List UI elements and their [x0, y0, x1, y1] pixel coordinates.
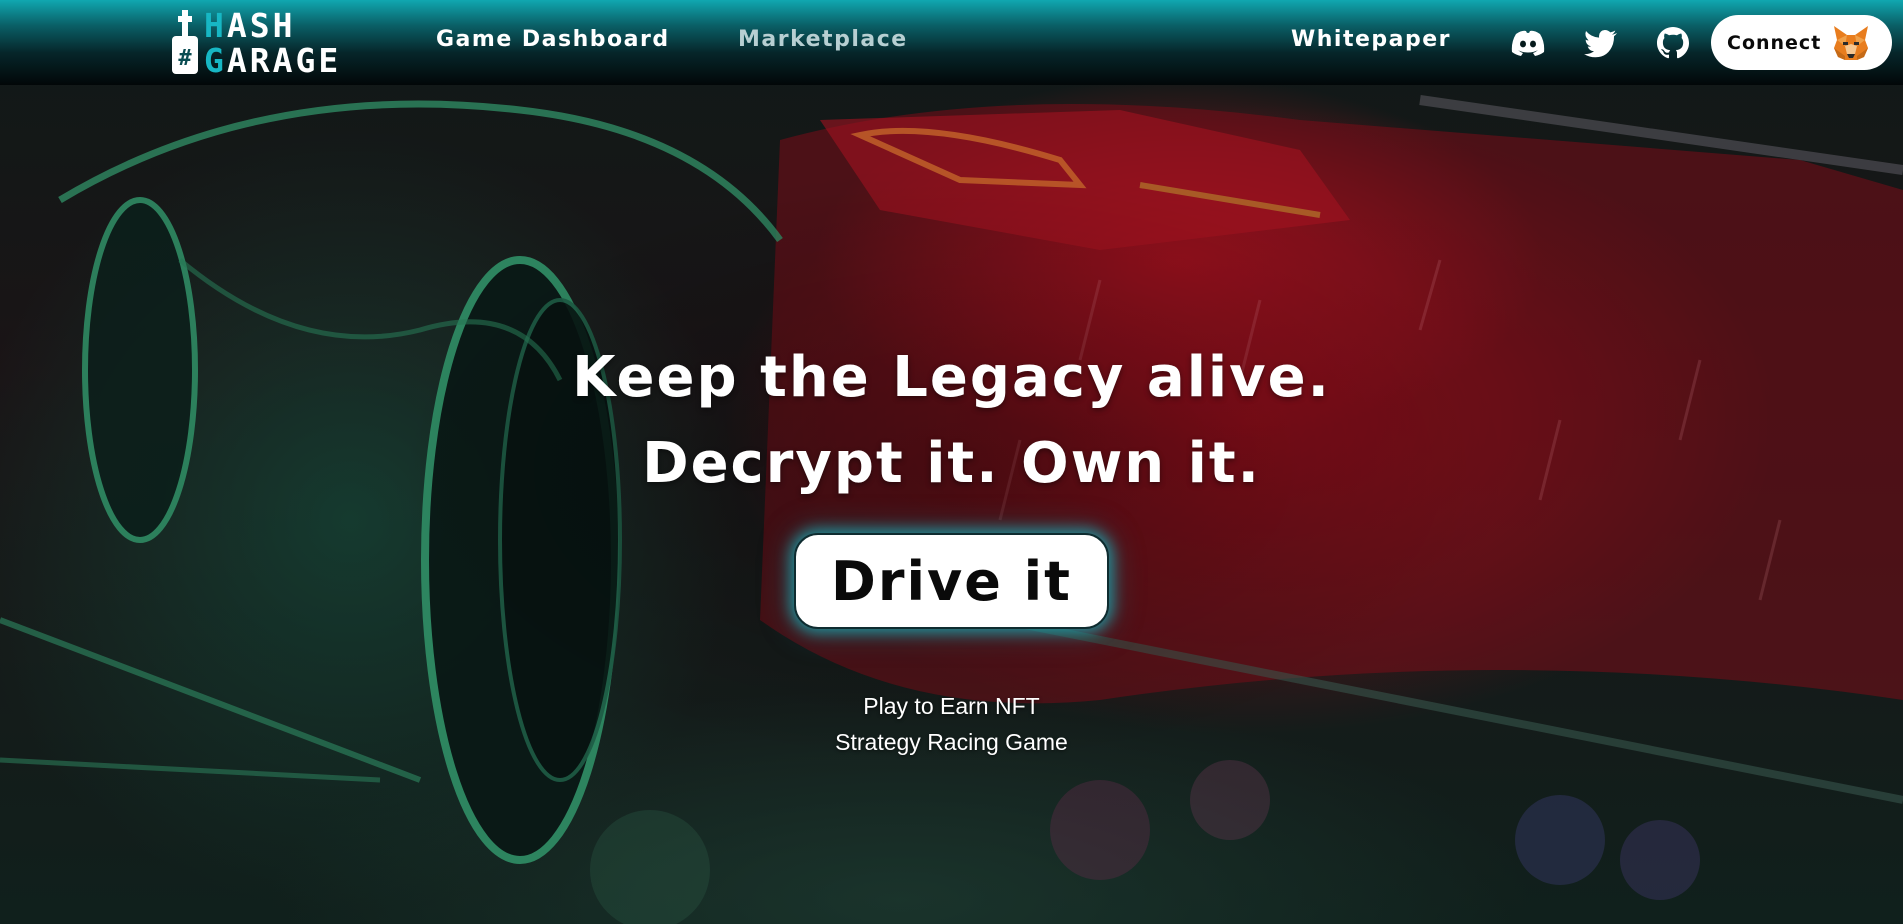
tagline-line-1: Play to Earn NFT [863, 693, 1040, 719]
hashgarage-logo[interactable]: # HASH GARAGE [170, 8, 395, 78]
connect-label: Connect [1727, 31, 1822, 54]
logo-line-garage: GARAGE [204, 44, 341, 77]
drive-it-button[interactable]: Drive it [794, 533, 1109, 629]
github-icon[interactable] [1653, 23, 1693, 63]
top-navbar: # HASH GARAGE Game Dashboard Marketplace… [0, 0, 1903, 85]
metamask-fox-icon [1834, 25, 1869, 60]
hero-title-line-1: Keep the Legacy alive. [572, 345, 1331, 410]
hero-title-line-2: Decrypt it. Own it. [642, 431, 1261, 496]
tagline-line-2: Strategy Racing Game [835, 729, 1068, 755]
nav-game-dashboard[interactable]: Game Dashboard [436, 25, 670, 55]
landing-page: # HASH GARAGE Game Dashboard Marketplace… [0, 0, 1903, 924]
hero-tagline: Play to Earn NFT Strategy Racing Game [0, 688, 1903, 760]
logo-accent-letter: G [204, 41, 227, 80]
twitter-icon[interactable] [1581, 23, 1621, 63]
gear-shift-icon: # [172, 10, 198, 74]
hero-headline: Keep the Legacy alive. Decrypt it. Own i… [0, 335, 1903, 507]
logo-accent-letter: H [204, 6, 227, 45]
logo-line-hash: HASH [204, 9, 295, 42]
logo-text: ARAGE [226, 41, 342, 80]
nav-marketplace[interactable]: Marketplace [738, 25, 908, 55]
connect-wallet-button[interactable]: Connect [1711, 15, 1892, 70]
nav-whitepaper[interactable]: Whitepaper [1291, 25, 1451, 55]
discord-icon[interactable] [1508, 23, 1548, 63]
logo-text: ASH [226, 6, 296, 45]
svg-text:#: # [178, 46, 192, 71]
